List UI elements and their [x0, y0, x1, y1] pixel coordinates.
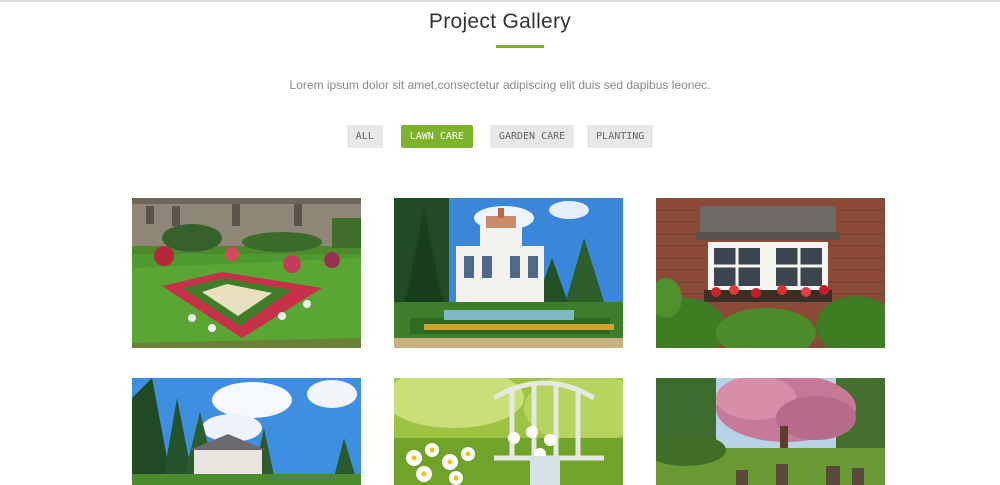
- garden-photo-2: [394, 198, 623, 348]
- garden-photo-4: [132, 378, 361, 485]
- project-gallery-page: Project Gallery Lorem ipsum dolor sit am…: [0, 0, 1000, 485]
- title-underline: [496, 45, 544, 48]
- gallery-item-3[interactable]: [656, 198, 885, 348]
- garden-photo-3: [656, 198, 885, 348]
- garden-photo-6: [656, 378, 885, 485]
- gallery-item-4[interactable]: [132, 378, 361, 485]
- top-divider: [0, 0, 1000, 2]
- filter-planting-button[interactable]: PLANTING: [587, 125, 654, 148]
- filter-bar: ALL LAWN CARE GARDEN CARE PLANTING: [0, 125, 1000, 148]
- page-title: Project Gallery: [428, 10, 572, 33]
- filter-lawn-care-button[interactable]: LAWN CARE: [400, 125, 473, 148]
- gallery-item-6[interactable]: [656, 378, 885, 485]
- gallery-item-5[interactable]: [394, 378, 623, 485]
- garden-photo-5: [394, 378, 623, 485]
- gallery-item-1[interactable]: [132, 198, 361, 348]
- garden-photo-1: [132, 198, 361, 348]
- gallery-item-2[interactable]: [394, 198, 623, 348]
- filter-all-button[interactable]: ALL: [346, 125, 383, 148]
- filter-garden-care-button[interactable]: GARDEN CARE: [489, 125, 575, 148]
- page-subtitle: Lorem ipsum dolor sit amet,consectetur a…: [289, 78, 711, 92]
